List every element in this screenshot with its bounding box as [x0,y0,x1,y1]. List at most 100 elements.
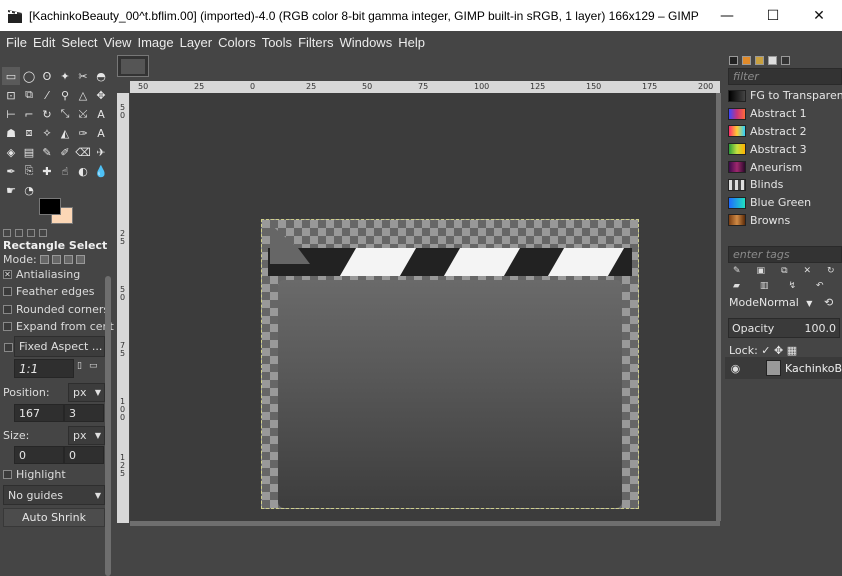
menu-colors[interactable]: Colors [215,35,259,50]
gradient-item[interactable]: Blue Green [728,194,842,212]
visibility-eye-icon[interactable]: ◉ [729,362,742,375]
menu-view[interactable]: View [101,35,135,50]
warp-tool-icon[interactable]: ☗ [2,124,20,142]
aspect-ratio-field[interactable]: 1:1 [14,359,74,378]
crop2-tool-icon[interactable]: ⌐ [20,105,38,123]
blur-tool-icon[interactable]: 💧 [92,162,110,180]
image-layer-boundary[interactable] [261,219,639,509]
undo-history-tab-icon[interactable] [27,229,35,237]
airbrush-tool-icon[interactable]: ✈ [92,143,110,161]
text-tool-icon[interactable]: A [92,105,110,123]
gradient-item[interactable]: Abstract 1 [728,105,842,123]
ellipse-select-tool-icon[interactable]: ◯ [20,67,38,85]
gradient-filter-input[interactable]: filter [728,68,842,85]
tags-input[interactable]: enter tags [728,246,842,263]
zoom-tool-icon[interactable]: ⚲ [56,86,74,104]
layers-tab-icon[interactable]: ▰ [733,281,740,291]
smudge2-tool-icon[interactable]: ☛ [2,181,20,199]
mode-replace-icon[interactable] [39,255,49,264]
flip-tool-icon[interactable]: ◭ [56,124,74,142]
landscape-icon[interactable]: ▭ [89,361,98,371]
size-unit-dropdown[interactable]: px ▼ [68,426,105,445]
menu-layer[interactable]: Layer [177,35,216,50]
paths-tab-icon[interactable]: ↯ [788,281,796,291]
document-tab-icon[interactable] [768,56,777,65]
text2-tool-icon[interactable]: A [92,124,110,142]
gradient-item[interactable]: Abstract 3 [728,140,842,158]
layer-mode-row[interactable]: ModeNormal ▼ ⟲ [729,296,833,309]
layer-row[interactable]: ◉ KachinkoB [725,357,842,379]
gradients-tab-icon[interactable] [781,56,790,65]
lock-position-icon[interactable]: ✥ [774,344,783,357]
color-picker-tool-icon[interactable]: ⁄ [38,86,56,104]
menu-file[interactable]: File [3,35,30,50]
paintbrush-tool-icon[interactable]: ✐ [56,143,74,161]
gradient-item[interactable]: Blinds [728,176,842,194]
fixed-aspect-dropdown[interactable]: Fixed Aspect ... [14,336,105,357]
minimize-button[interactable]: — [704,0,750,31]
guides-dropdown[interactable]: No guides ▼ [3,485,105,505]
rounded-option[interactable]: Rounded corners [3,303,109,316]
crop-tool-icon[interactable]: ⊡ [2,86,20,104]
fonts-tab-icon[interactable] [755,56,764,65]
gradient-item[interactable]: FG to Transparen [728,87,842,105]
position-y-field[interactable]: 3 [64,404,104,422]
feather-option[interactable]: Feather edges [3,285,95,298]
canvas-vertical-scrollbar[interactable] [716,93,721,521]
perspective-tool-icon[interactable]: ⟡ [38,124,56,142]
fuzzy-select-tool-icon[interactable]: ✦ [56,67,74,85]
channels-tab-icon[interactable]: ▥ [760,281,769,291]
layer-composite-icon[interactable]: ⟲ [824,296,833,309]
fixed-aspect-checkbox[interactable] [4,343,13,352]
close-button[interactable]: ✕ [796,0,842,31]
mode-subtract-icon[interactable] [63,255,73,264]
menu-image[interactable]: Image [134,35,176,50]
mode-add-icon[interactable] [51,255,61,264]
lock-alpha-icon[interactable]: ▦ [787,344,797,357]
images-tab-icon[interactable] [39,229,47,237]
position-unit-dropdown[interactable]: px ▼ [68,383,105,402]
bucket-fill-tool-icon[interactable]: ◈ [2,143,20,161]
measure-tool-icon[interactable]: △ [74,86,92,104]
canvas-horizontal-scrollbar[interactable] [130,521,720,526]
undo-tab-icon[interactable]: ↶ [816,281,824,291]
menu-filters[interactable]: Filters [295,35,336,50]
maximize-button[interactable]: ☐ [750,0,796,31]
gradient-item[interactable]: Aneurism [728,158,842,176]
fg-bg-color-selector[interactable] [39,198,79,226]
rounded-checkbox[interactable] [3,305,12,314]
dodge-tool-icon[interactable]: ◐ [74,162,92,180]
refresh-gradient-icon[interactable]: ↻ [827,266,835,276]
antialiasing-option[interactable]: ✕ Antialiasing [3,268,80,281]
ink-tool-icon[interactable]: ✒ [2,162,20,180]
antialiasing-checkbox[interactable]: ✕ [3,270,12,279]
scale-tool-icon[interactable]: ⤡ [56,105,74,123]
gradient-tool-icon[interactable]: ▤ [20,143,38,161]
menu-select[interactable]: Select [58,35,100,50]
heal-tool-icon[interactable]: ✚ [38,162,56,180]
tool-options-tab-icon[interactable] [3,229,11,237]
highlight-checkbox[interactable] [3,470,12,479]
lock-pixels-icon[interactable]: ✓ [761,344,770,357]
expand-checkbox[interactable] [3,322,12,331]
device-status-tab-icon[interactable] [15,229,23,237]
scissors-tool-icon[interactable]: ✂ [74,67,92,85]
clone-tool-icon[interactable]: ⎘ [20,162,38,180]
auto-shrink-button[interactable]: Auto Shrink [3,508,105,527]
image-tab[interactable] [117,55,149,77]
duplicate-gradient-icon[interactable]: ⧉ [781,266,787,276]
opacity-slider[interactable]: Opacity 100.0 [728,318,840,338]
rect-select-tool-icon[interactable]: ▭ [2,67,20,85]
smudge-tool-icon[interactable]: ☝ [56,162,74,180]
horizontal-ruler[interactable]: 50 25 0 25 50 75 100 125 150 175 200 [130,81,720,93]
portrait-icon[interactable]: ▯ [77,361,82,371]
eraser-tool-icon[interactable]: ⌫ [74,143,92,161]
brushes-tab-icon[interactable] [729,56,738,65]
menu-windows[interactable]: Windows [336,35,395,50]
patterns-tab-icon[interactable] [742,56,751,65]
edit-gradient-icon[interactable]: ✎ [733,266,741,276]
tool-options-scrollbar[interactable] [105,276,111,576]
unified-transform-tool-icon[interactable]: ⧉ [20,86,38,104]
free-select-tool-icon[interactable]: ʘ [38,67,56,85]
size-height-field[interactable]: 0 [64,446,104,464]
